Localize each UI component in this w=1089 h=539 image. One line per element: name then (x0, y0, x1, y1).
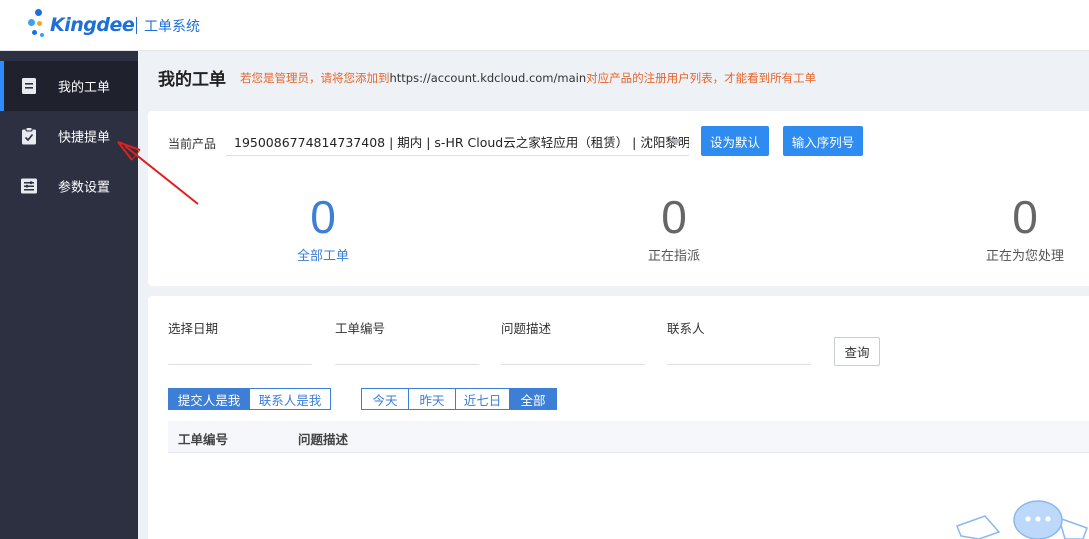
ticket-no-input[interactable] (335, 343, 479, 365)
stat-label: 全部工单 (296, 249, 349, 264)
column-header-description[interactable]: 问题描述 (298, 429, 348, 448)
sidebar-item-label: 我的工单 (58, 80, 111, 96)
ticket-list-card (148, 296, 1089, 539)
table-header: 工单编号 问题描述 (168, 421, 1089, 453)
logo-text: Kingdee (50, 14, 135, 36)
stat-processing[interactable]: 0 正在为您处理 (945, 192, 1089, 264)
product-label: 当前产品 (168, 137, 217, 151)
contact-input[interactable] (667, 343, 811, 365)
range-tabs: 今天 昨天 近七日 全部 (361, 388, 557, 410)
logo-mark-icon (26, 7, 46, 43)
top-bar: Kingdee 工单系统 (0, 0, 1089, 51)
stat-assigning[interactable]: 0 正在指派 (594, 192, 754, 264)
query-button[interactable]: 查询 (834, 337, 880, 366)
tab-last-seven-days[interactable]: 近七日 (455, 388, 510, 410)
stat-label: 正在指派 (647, 249, 700, 264)
column-header-ticket-no[interactable]: 工单编号 (178, 429, 228, 448)
clipboard-icon (22, 127, 36, 145)
stat-value: 0 (661, 191, 687, 243)
contact-filter-label: 联系人 (667, 321, 705, 336)
page-title: 我的工单 (158, 70, 226, 90)
sidebar: 我的工单 快捷提单 参数设置 (0, 51, 138, 539)
tab-all[interactable]: 全部 (509, 388, 557, 410)
enter-serial-button[interactable]: 输入序列号 (783, 126, 863, 156)
product-select[interactable]: 1950086774814737408 | 期内 | s-HR Cloud云之家… (226, 126, 689, 156)
stat-value: 0 (1012, 191, 1038, 243)
settings-list-icon (21, 178, 37, 194)
ticket-no-filter-label: 工单编号 (335, 321, 386, 336)
notice-suffix: 对应产品的注册用户列表，才能看到所有工单 (586, 71, 817, 85)
header-divider (136, 17, 137, 34)
tab-submitter-me[interactable]: 提交人是我 (168, 388, 250, 410)
sidebar-item-my-tickets[interactable]: 我的工单 (0, 61, 138, 111)
admin-notice: 若您是管理员，请将您添加到https://account.kdcloud.com… (240, 70, 816, 86)
sidebar-item-label: 快捷提单 (58, 130, 111, 146)
notice-prefix: 若您是管理员，请将您添加到 (240, 71, 390, 85)
set-default-button[interactable]: 设为默认 (701, 126, 769, 156)
date-filter-label: 选择日期 (168, 321, 219, 336)
chat-assistant-icon[interactable] (955, 496, 1089, 539)
sidebar-item-quick-submit[interactable]: 快捷提单 (0, 111, 138, 161)
sidebar-item-label: 参数设置 (58, 180, 111, 196)
stat-value: 0 (310, 191, 336, 243)
account-link[interactable]: https://account.kdcloud.com/main (390, 71, 587, 85)
tab-today[interactable]: 今天 (361, 388, 409, 410)
stat-label: 正在为您处理 (985, 249, 1064, 264)
stat-all-tickets[interactable]: 0 全部工单 (243, 192, 403, 264)
tab-contact-me[interactable]: 联系人是我 (249, 388, 331, 410)
role-tabs: 提交人是我 联系人是我 (168, 388, 331, 410)
sidebar-item-settings[interactable]: 参数设置 (0, 161, 138, 211)
chevron-down-icon[interactable] (670, 139, 682, 145)
kingdee-logo[interactable]: Kingdee (26, 6, 135, 44)
tab-yesterday[interactable]: 昨天 (408, 388, 456, 410)
desc-input[interactable] (501, 343, 645, 365)
ticket-icon (22, 78, 36, 94)
system-name: 工单系统 (144, 19, 200, 35)
date-picker-input[interactable] (168, 343, 312, 365)
desc-filter-label: 问题描述 (501, 321, 552, 336)
